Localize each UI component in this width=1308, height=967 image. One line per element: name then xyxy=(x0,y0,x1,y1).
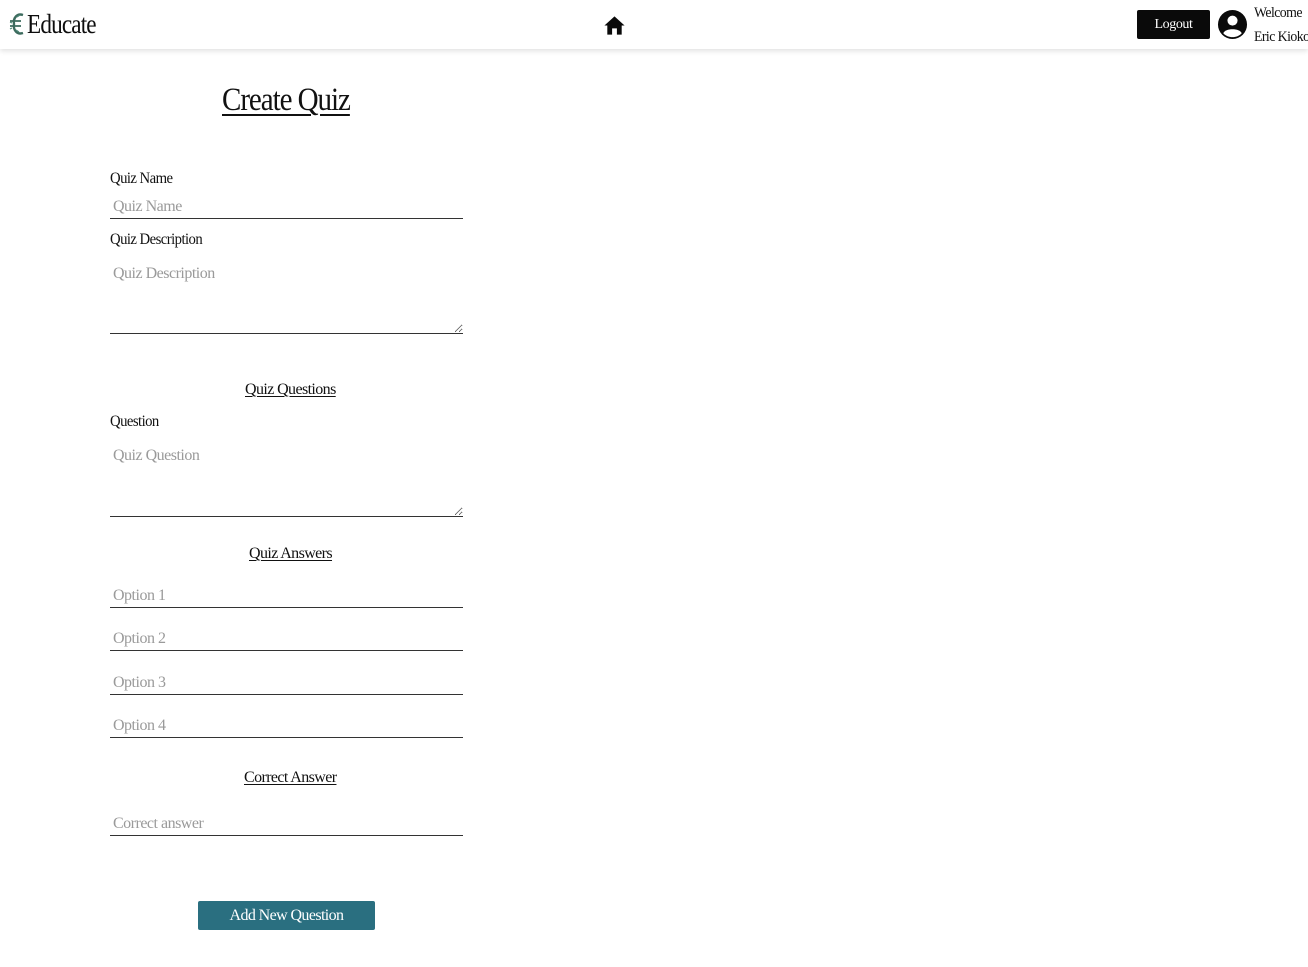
welcome-username: Eric Kioko xyxy=(1254,29,1308,45)
question-label: Question xyxy=(110,413,159,430)
correct-answer-input[interactable] xyxy=(110,812,463,836)
quiz-question-textarea[interactable] xyxy=(110,439,463,517)
page-title: Create Quiz xyxy=(222,82,351,118)
quiz-answers-heading: Quiz Answers xyxy=(249,545,333,562)
welcome-greeting: Welcome xyxy=(1254,5,1302,21)
home-icon[interactable] xyxy=(603,14,626,37)
quiz-description-textarea[interactable] xyxy=(110,257,463,334)
brand-logo[interactable]: Educate xyxy=(8,7,107,41)
option-2-input[interactable] xyxy=(110,627,463,651)
correct-answer-heading: Correct Answer xyxy=(244,769,337,786)
option-4-input[interactable] xyxy=(110,714,463,738)
brand-name: Educate xyxy=(27,8,97,39)
quiz-name-input[interactable] xyxy=(110,195,463,219)
option-1-input[interactable] xyxy=(110,584,463,608)
user-circle-icon[interactable] xyxy=(1217,9,1248,40)
quiz-name-label: Quiz Name xyxy=(110,170,173,187)
option-3-input[interactable] xyxy=(110,671,463,695)
quiz-questions-heading: Quiz Questions xyxy=(245,381,336,398)
euro-leaf-logo-icon xyxy=(9,13,24,35)
quiz-description-label: Quiz Description xyxy=(110,231,203,248)
top-navbar: Educate Logout Welcome Eric Kioko xyxy=(0,0,1308,49)
welcome-text: Welcome Eric Kioko xyxy=(1254,1,1308,49)
add-new-question-button[interactable]: Add New Question xyxy=(198,901,375,930)
logout-button[interactable]: Logout xyxy=(1137,10,1210,39)
